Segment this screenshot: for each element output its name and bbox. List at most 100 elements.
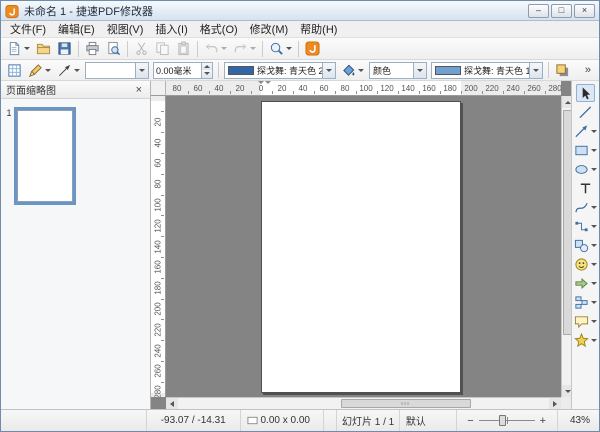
line-color-select[interactable]: 探戈舞: 青天色 2 [224,62,336,79]
fill-color-select[interactable]: 探戈舞: 青天色 1 [431,62,543,79]
open-folder-button[interactable] [34,40,53,58]
ruler-label: 260 [154,365,163,378]
dropdown-arrow-icon[interactable] [358,69,364,72]
ruler-tick [161,257,164,258]
fill-color-swatch [435,66,461,75]
callouts-button[interactable] [572,312,599,330]
menu-format[interactable]: 格式(O) [194,19,244,39]
basic-shapes-icon [574,238,589,253]
menu-edit[interactable]: 编辑(E) [52,19,101,39]
menu-view[interactable]: 视图(V) [101,19,150,39]
zoom-percentage[interactable]: 43% [558,410,599,431]
pages-panel-close-button[interactable]: × [133,84,145,96]
fill-type-dropdown-button[interactable] [413,63,426,78]
zoom-control: − + [457,410,558,431]
fill-color-dropdown-button[interactable] [529,63,542,78]
document-page[interactable] [261,101,461,393]
text-button[interactable] [576,179,595,197]
dropdown-arrow-icon[interactable] [591,206,597,209]
dropdown-arrow-icon[interactable] [591,130,597,133]
dropdown-arrow-icon[interactable] [221,47,227,50]
area-fill-button[interactable] [339,61,366,79]
dropdown-arrow-icon[interactable] [24,47,30,50]
menu-help[interactable]: 帮助(H) [294,19,343,39]
ruler-tick [230,91,231,94]
dropdown-arrow-icon[interactable] [250,47,256,50]
dropdown-arrow-icon[interactable] [591,320,597,323]
line-color-dropdown-button[interactable] [322,63,335,78]
app-logo-button[interactable] [303,40,322,58]
new-document-button[interactable] [5,40,32,58]
zoom-button[interactable] [267,40,294,58]
scroll-right-button[interactable] [549,398,561,409]
flowchart-icon [574,295,589,310]
zoom-slider[interactable] [479,415,535,426]
ruler-tick [161,215,164,216]
menu-modify[interactable]: 修改(M) [244,19,295,39]
spin-down-button[interactable] [202,70,212,78]
zoom-in-button[interactable]: + [537,415,549,427]
chevron-up-icon [204,65,210,68]
ruler-label: 40 [299,84,308,93]
pages-panel-header[interactable]: 页面缩略图 × [1,81,150,99]
shadow-button[interactable] [553,61,572,79]
line-style-select[interactable] [85,62,149,79]
ruler-tick [161,340,164,341]
basic-shapes-button[interactable] [572,236,599,254]
toolbar-separator [548,62,549,78]
stars-button[interactable] [572,331,599,349]
dropdown-arrow-icon[interactable] [591,282,597,285]
menu-file[interactable]: 文件(F) [4,19,52,39]
print-icon [85,41,100,56]
dropdown-arrow-icon[interactable] [591,244,597,247]
dropdown-arrow-icon[interactable] [45,69,51,72]
area-fill-icon [341,63,356,78]
curve-button[interactable] [572,198,599,216]
page-style[interactable]: 默认 [400,410,457,431]
zoom-slider-thumb[interactable] [499,415,506,426]
dropdown-arrow-icon[interactable] [591,339,597,342]
dropdown-arrow-icon[interactable] [591,263,597,266]
dropdown-arrow-icon[interactable] [286,47,292,50]
save-button[interactable] [55,40,74,58]
arrow-style-button[interactable] [55,61,82,79]
line-width-spinner[interactable]: 0.00毫米 [153,62,213,79]
scroll-left-button[interactable] [166,398,178,409]
spin-up-button[interactable] [202,63,212,71]
dropdown-arrow-icon[interactable] [591,168,597,171]
dropdown-arrow-icon[interactable] [591,149,597,152]
line-button[interactable] [576,103,595,121]
document-viewport[interactable] [166,96,561,397]
connector-button[interactable] [572,217,599,235]
print-button[interactable] [83,40,102,58]
line-arrow-button[interactable] [572,122,599,140]
horizontal-ruler[interactable]: 8060402002040608010012014016018020022024… [166,81,561,96]
select-button[interactable] [576,84,595,102]
ellipse-button[interactable] [572,160,599,178]
pages-panel-body: 1 [1,99,150,409]
dropdown-arrow-icon[interactable] [74,69,80,72]
close-button[interactable]: × [574,4,595,18]
vertical-ruler[interactable]: 20406080100120140160180200220240260280 [151,96,166,397]
edit-points-button[interactable] [5,61,24,79]
menu-insert[interactable]: 插入(I) [149,19,193,39]
dropdown-arrow-icon[interactable] [591,301,597,304]
print-preview-button[interactable] [104,40,123,58]
flowchart-button[interactable] [572,293,599,311]
fill-type-select[interactable]: 颜色 [369,62,427,79]
rectangle-button[interactable] [572,141,599,159]
shadow-group [552,61,573,79]
toolbar-overflow-button[interactable]: » [580,64,596,76]
maximize-button[interactable]: □ [551,4,572,18]
zoom-out-button[interactable]: − [464,415,476,427]
minimize-button[interactable]: – [528,4,549,18]
titlebar[interactable]: 未命名 1 - 捷速PDF修改器 – □ × [1,1,599,21]
symbol-shapes-button[interactable] [572,255,599,273]
block-arrows-button[interactable] [572,274,599,292]
line-pencil-button[interactable] [26,61,53,79]
horizontal-scrollbar[interactable] [166,397,561,409]
line-style-dropdown-button[interactable] [135,63,148,78]
page-thumbnail[interactable] [14,107,76,205]
horizontal-scroll-thumb[interactable] [341,399,471,408]
dropdown-arrow-icon[interactable] [591,225,597,228]
